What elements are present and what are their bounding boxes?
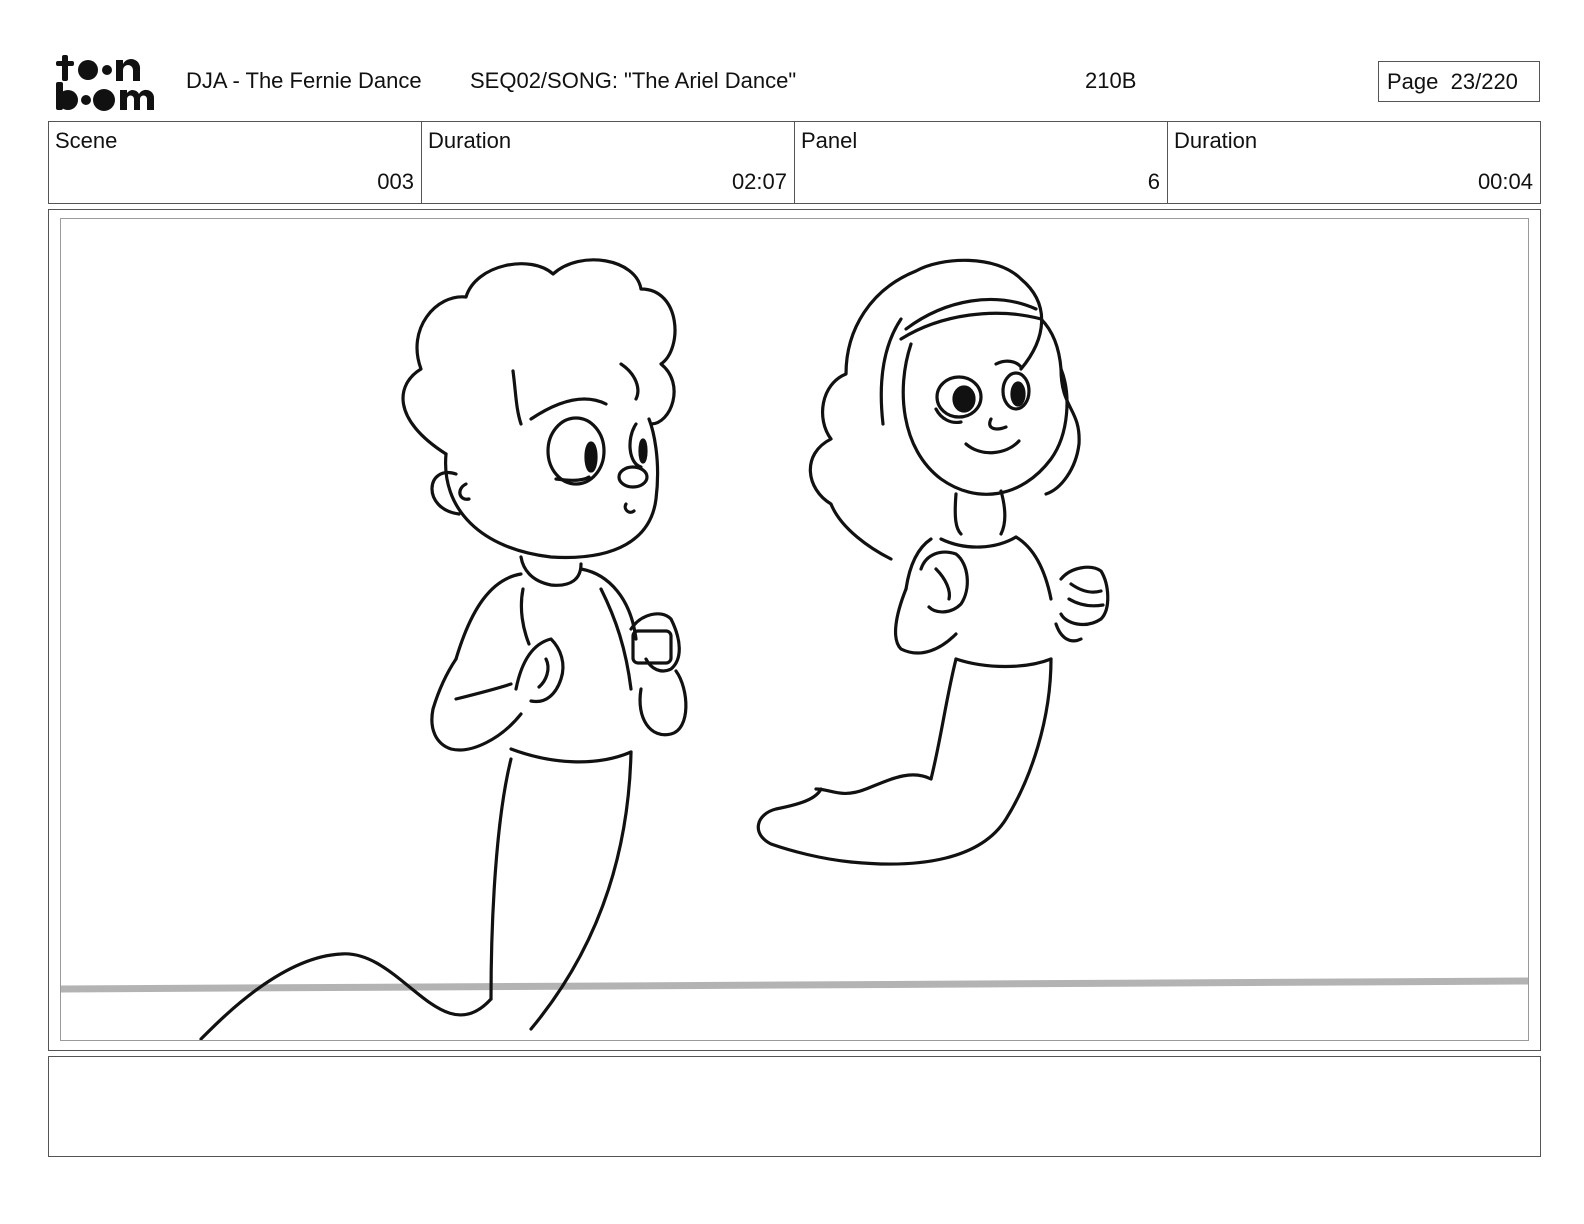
info-table: Scene 003 Duration 02:07 Panel 6 Duratio… <box>48 121 1541 204</box>
panel-duration-cell: Duration 00:04 <box>1168 122 1540 203</box>
page-indicator: Page 23/220 <box>1378 61 1540 102</box>
scene-duration-value: 02:07 <box>731 169 787 194</box>
scene-label: Scene <box>55 128 118 153</box>
panel-duration-value: 00:04 <box>1477 169 1533 194</box>
scene-duration-cell: Duration 02:07 <box>422 122 795 203</box>
panel-duration-label: Duration <box>1174 128 1258 153</box>
horizon-line <box>61 977 1528 993</box>
panel-label: Panel <box>801 128 858 153</box>
panel-cell: Panel 6 <box>795 122 1168 203</box>
panel-drawing <box>61 258 1528 1040</box>
panel-frame <box>60 218 1529 1041</box>
page-label: Page <box>1387 69 1439 94</box>
girl-mermaid-sketch <box>756 258 1110 866</box>
project-title: DJA - The Fernie Dance <box>186 68 422 93</box>
scene-cell: Scene 003 <box>49 122 422 203</box>
toonboom-logo <box>56 55 155 111</box>
panel-value: 6 <box>1147 169 1160 194</box>
storyboard-panel <box>48 209 1541 1051</box>
boy-merman-sketch <box>199 258 688 1040</box>
scene-duration-label: Duration <box>428 128 512 153</box>
notes-area <box>48 1056 1541 1157</box>
page-value: 23/220 <box>1450 69 1518 94</box>
sequence-title: SEQ02/SONG: "The Ariel Dance" <box>470 68 797 93</box>
shot-code: 210B <box>1085 68 1137 93</box>
scene-value: 003 <box>377 169 414 194</box>
